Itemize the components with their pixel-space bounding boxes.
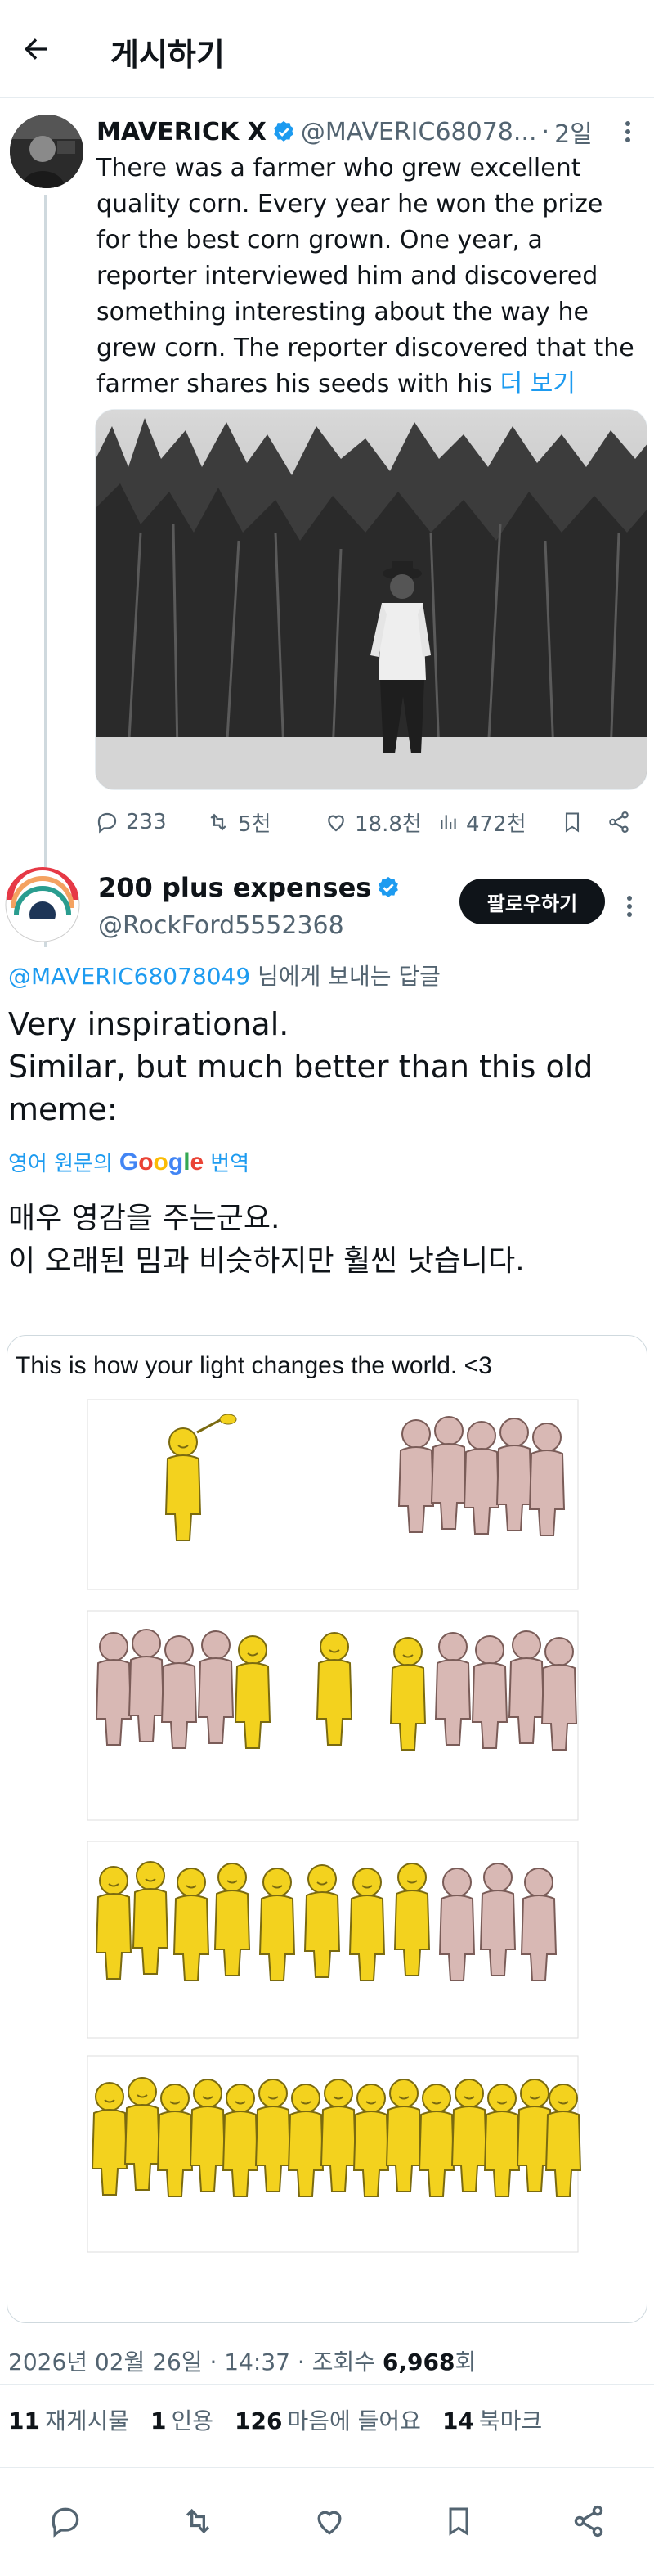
back-arrow-icon[interactable]	[11, 25, 60, 74]
views-button[interactable]: 472천	[438, 807, 561, 838]
views-suffix: 회	[455, 2349, 477, 2376]
post-actions: 233 5천 18.8천 472천	[95, 798, 647, 847]
author-name[interactable]: 200 plus expenses	[98, 872, 371, 903]
post-text: There was a farmer who grew excellent qu…	[96, 151, 636, 402]
post-body: There was a farmer who grew excellent qu…	[96, 154, 634, 398]
reply-icon[interactable]	[47, 2503, 83, 2539]
heart-icon	[328, 815, 344, 832]
page-title: 게시하기	[110, 37, 225, 73]
reply-to-line: @MAVERIC68078049 님에게 보내는 답글	[8, 959, 441, 991]
like-count: 18.8천	[355, 811, 422, 837]
stat-bookmarks[interactable]: 14 북마크	[442, 2403, 542, 2436]
post-timestamp: 2026년 02월 26일 · 14:37 · 조회수 6,968회	[8, 2344, 476, 2377]
bookmark-button[interactable]	[561, 810, 607, 834]
verified-badge-icon	[376, 875, 401, 900]
share-button[interactable]	[607, 810, 638, 834]
follow-button[interactable]: 팔로우하기	[459, 879, 605, 924]
bookmark-icon[interactable]	[442, 2503, 475, 2539]
bottom-action-bar	[0, 2488, 654, 2554]
google-logo: Google	[119, 1148, 204, 1176]
reply-count: 233	[126, 810, 167, 834]
translate-suffix: 번역	[210, 1152, 250, 1176]
share-icon	[609, 811, 629, 833]
translation-attribution[interactable]: 영어 원문의 Google 번역	[8, 1147, 249, 1177]
meme-illustration	[87, 1399, 581, 2253]
author-name-row: 200 plus expenses	[98, 872, 405, 903]
repost-count: 5천	[238, 811, 271, 837]
timestamp-text: 2026년 02월 26일 · 14:37 · 조회수	[8, 2349, 383, 2376]
engagement-stats: 11 재게시물 1 인용 126 마음에 들어요 14 북마크	[8, 2403, 563, 2436]
separator-dot: ·	[541, 117, 550, 146]
reply-text: Very inspirational. Similar, but much be…	[8, 1006, 594, 1127]
avatar[interactable]	[10, 115, 83, 188]
divider	[0, 2384, 654, 2385]
avatar[interactable]	[5, 867, 80, 942]
thread-line	[44, 195, 47, 947]
stat-reposts[interactable]: 11 재게시물	[8, 2403, 129, 2436]
verified-badge-icon	[271, 119, 296, 144]
divider	[0, 2467, 654, 2468]
reply-icon	[97, 812, 117, 834]
reply-to-mention[interactable]: @MAVERIC68078049	[8, 963, 250, 990]
view-count: 6,968	[382, 2349, 455, 2376]
author-name[interactable]: MAVERICK X	[96, 118, 267, 146]
meme-image[interactable]: This is how your light changes the world…	[7, 1335, 647, 2323]
reply-button[interactable]: 233	[95, 810, 205, 834]
views-count: 472천	[466, 811, 526, 837]
top-bar: 게시하기	[0, 0, 654, 98]
like-button[interactable]: 18.8천	[324, 807, 438, 838]
reply-to-suffix: 님에게 보내는 답글	[250, 963, 441, 990]
repost-icon	[210, 813, 226, 831]
bookmark-icon	[565, 812, 580, 833]
translated-text: 매우 영감을 주는군요. 이 오래된 밈과 비슷하지만 훨씬 낫습니다.	[8, 1202, 525, 1278]
post-time[interactable]: 2일	[554, 114, 593, 150]
stat-likes[interactable]: 126 마음에 들어요	[235, 2403, 421, 2436]
author-handle[interactable]: @MAVERIC68078...	[301, 118, 537, 146]
author-handle[interactable]: @RockFord5552368	[98, 911, 344, 940]
show-more-link[interactable]: 더 보기	[500, 370, 576, 398]
heart-icon[interactable]	[311, 2503, 347, 2539]
share-icon[interactable]	[571, 2503, 607, 2539]
translate-prefix: 영어 원문의	[8, 1152, 113, 1176]
post-photo[interactable]	[95, 409, 647, 790]
stat-quotes[interactable]: 1 인용	[150, 2403, 213, 2436]
repost-button[interactable]: 5천	[205, 807, 324, 838]
views-icon	[441, 815, 456, 829]
repost-icon[interactable]	[179, 2503, 217, 2539]
post-header: MAVERICK X @MAVERIC68078... · 2일	[96, 113, 644, 151]
more-options-icon[interactable]	[625, 120, 644, 143]
more-options-icon[interactable]	[626, 895, 633, 918]
